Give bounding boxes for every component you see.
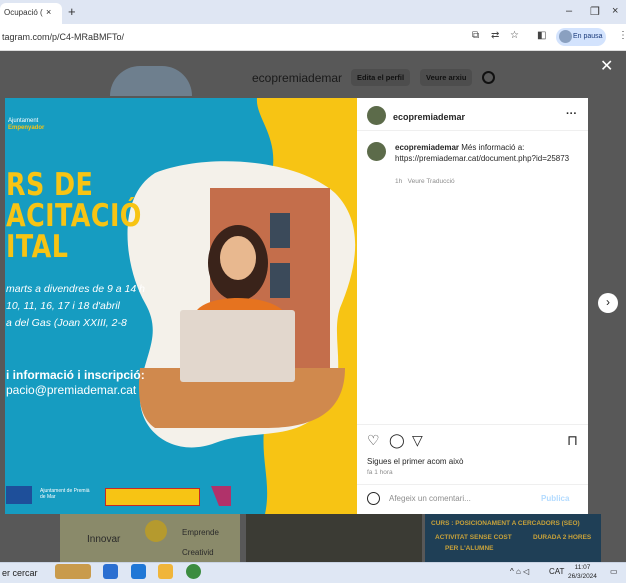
caption-meta: 1h Veure Traducció (395, 178, 455, 185)
comment-bubble-icon[interactable]: ◯ (389, 432, 405, 449)
author-username[interactable]: ecopremiademar (393, 112, 465, 122)
bookmark-star-icon[interactable]: ☆ (510, 30, 519, 41)
post3-line-2: ACTIVITAT SENSE COST (435, 534, 512, 541)
poster-logo: Ajuntament Empenyador (8, 118, 44, 132)
share-send-icon[interactable]: ▽ (412, 432, 423, 449)
windows-taskbar (0, 562, 626, 583)
clock-date: 26/3/2024 (568, 573, 597, 580)
emoji-icon[interactable] (367, 492, 380, 505)
file-explorer-icon[interactable] (158, 564, 173, 579)
close-window-button[interactable]: × (612, 5, 618, 17)
background-post-1[interactable]: Innovar Emprende Creativid (60, 514, 240, 562)
browser-tab[interactable]: Ocupació ( (0, 3, 62, 24)
poster-schedule-line2: 10, 11, 16, 17 i 18 d'abril (6, 300, 120, 312)
tray-icons[interactable]: ^ ⌂ ◁ (510, 567, 529, 576)
caption: ecopremiademar Més informació a: https:/… (395, 142, 575, 164)
poster-title: RS DE ACITACIÓ ITAL (6, 170, 142, 263)
settings-gear-icon[interactable] (482, 71, 495, 84)
caption-username[interactable]: ecopremiademar (395, 143, 459, 152)
caption-age: 1h (395, 178, 403, 185)
post1-word-3: Creativid (182, 548, 214, 557)
eu-logo (6, 486, 32, 504)
sun-icon (145, 520, 167, 542)
profile-username: ecopremiademar (252, 71, 343, 85)
post1-word-1: Innovar (87, 534, 121, 545)
translate-link[interactable]: Veure Traducció (408, 178, 455, 185)
poster-email: pacio@premiademar.cat (6, 383, 137, 397)
maximize-button[interactable]: ❐ (590, 5, 600, 18)
close-modal-icon[interactable]: ✕ (600, 56, 613, 76)
poster-info-heading: i informació i inscripció: (6, 368, 145, 382)
background-post-3[interactable]: CURS : POSICIONAMENT A CERCADORS (SEO) A… (425, 514, 601, 562)
poster-schedule-line3: a del Gas (Joan XXIII, 2-8 (6, 317, 127, 329)
clock[interactable]: 11:07 26/3/2024 (568, 563, 597, 581)
edit-profile-button[interactable]: Edita el perfil (351, 69, 411, 86)
task-view-icon[interactable] (103, 564, 118, 579)
browser-menu-icon[interactable]: ⋮ (618, 30, 626, 41)
tab-close-icon[interactable]: × (46, 7, 51, 17)
post-time: fa 1 hora (367, 469, 393, 476)
new-tab-button[interactable]: + (68, 4, 76, 19)
profile-status: En pausa (573, 33, 603, 40)
poster-title-line1: RS DE (6, 167, 94, 203)
poster-logo-line2: Empenyador (8, 125, 45, 131)
post1-word-2: Emprende (182, 528, 219, 537)
ajuntament-logo: Ajuntament de Premià de Mar (40, 488, 90, 500)
background-post-2[interactable] (246, 514, 422, 562)
more-options-icon[interactable]: ··· (566, 108, 577, 120)
poster-schedule-line1: marts a divendres de 9 a 14 h (6, 283, 145, 295)
taskbar-search[interactable]: er cercar (2, 568, 38, 578)
minimize-button[interactable]: – (566, 5, 572, 17)
save-bookmark-icon[interactable]: ⊓ (567, 432, 578, 449)
actions-divider (357, 424, 588, 425)
poster-logo-line1: Ajuntament (8, 118, 39, 124)
post3-line-1: CURS : POSICIONAMENT A CERCADORS (SEO) (431, 520, 580, 527)
search-highlight-image (55, 564, 91, 579)
profile-avatar (559, 30, 572, 43)
post3-line-3: PER L'ALUMNE (445, 545, 494, 552)
outlook-icon[interactable] (131, 564, 146, 579)
tab-title: Ocupació ( (4, 8, 43, 17)
likes-text: Sigues el primer acom això (367, 457, 464, 466)
side-panel-icon[interactable]: ◧ (537, 30, 546, 41)
author-avatar[interactable] (367, 106, 386, 125)
archive-button[interactable]: Veure arxiu (420, 69, 473, 86)
caption-avatar[interactable] (367, 142, 386, 161)
header-divider (357, 130, 588, 131)
translate-icon[interactable]: ⇄ (491, 30, 499, 41)
poster-title-line2: ACITACIÓ (6, 198, 142, 234)
like-heart-icon[interactable]: ♡ (367, 432, 380, 449)
install-app-icon[interactable]: ⧉ (472, 30, 479, 41)
comment-input[interactable]: Afegeix un comentari... (389, 494, 471, 503)
publish-button[interactable]: Publica (541, 494, 569, 503)
browser-tab-bar (0, 0, 626, 24)
notifications-icon[interactable]: ▭ (610, 567, 618, 576)
next-post-button[interactable]: › (598, 293, 618, 313)
clock-time: 11:07 (574, 564, 591, 571)
comment-divider (357, 484, 588, 485)
post3-line-4: DURADA 2 HORES (533, 534, 592, 541)
language-indicator[interactable]: CAT (549, 567, 564, 576)
url-field[interactable]: tagram.com/p/C4-MRaBMFTo/ (2, 32, 124, 42)
poster-title-line3: ITAL (6, 229, 69, 265)
chrome-icon[interactable] (186, 564, 201, 579)
gobierno-logo (105, 488, 200, 506)
